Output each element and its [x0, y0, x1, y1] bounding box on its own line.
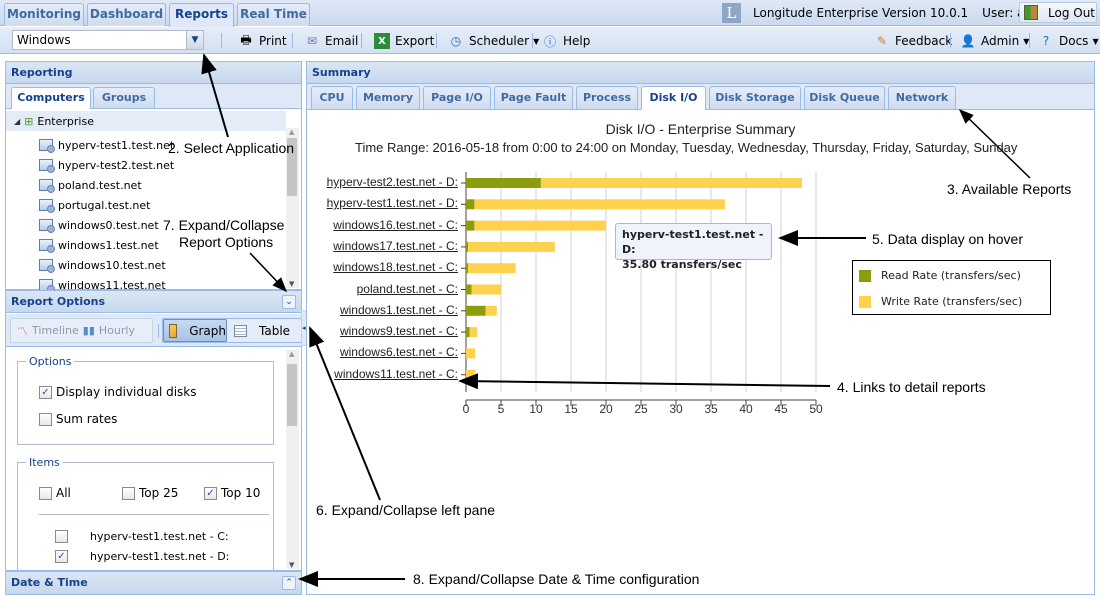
legend-item-read[interactable]: Read Rate (transfers/sec): [859, 269, 1021, 282]
annotation-report-options-1: 7. Expand/Collapse: [163, 217, 285, 233]
annotation-date-time: 8. Expand/Collapse Date & Time configura…: [413, 571, 700, 587]
detail-report-link[interactable]: windows9.test.net - C:: [340, 324, 458, 338]
bar-write: [474, 220, 606, 231]
x-tick-label: 25: [634, 402, 648, 416]
annotation-available-reports: 3. Available Reports: [947, 181, 1072, 197]
bar-read: [466, 199, 475, 210]
detail-report-link[interactable]: windows16.test.net - C:: [333, 218, 458, 232]
x-tick-label: 10: [529, 402, 543, 416]
x-tick-label: 30: [669, 402, 683, 416]
x-tick-label: 45: [774, 402, 788, 416]
bar-write: [466, 369, 476, 380]
detail-report-link[interactable]: poland.test.net - C:: [357, 282, 458, 296]
x-tick-label: 0: [462, 402, 470, 416]
detail-report-link[interactable]: hyperv-test1.test.net - D:: [327, 196, 458, 210]
x-tick-label: 15: [564, 402, 578, 416]
detail-report-link[interactable]: windows17.test.net - C:: [333, 239, 458, 253]
tooltip-value: 35.80 transfers/sec: [622, 258, 742, 271]
bar-write: [471, 284, 501, 295]
annotation-data-hover: 5. Data display on hover: [872, 231, 1023, 247]
tooltip-series: hyperv-test1.test.net - D:: [622, 228, 764, 256]
detail-report-link[interactable]: windows1.test.net - C:: [340, 303, 458, 317]
annotation-select-application: 2. Select Application: [168, 140, 295, 156]
legend-label: Read Rate (transfers/sec): [881, 269, 1021, 282]
bar-read: [466, 241, 469, 252]
chart-legend: Read Rate (transfers/sec) Write Rate (tr…: [852, 260, 1051, 315]
hover-tooltip: hyperv-test1.test.net - D: 35.80 transfe…: [615, 223, 772, 271]
bar-write: [466, 348, 476, 359]
detail-report-link[interactable]: windows18.test.net - C:: [333, 260, 458, 274]
bar-read: [466, 284, 472, 295]
x-tick-label: 20: [599, 402, 613, 416]
legend-swatch: [859, 295, 871, 308]
bar-write: [468, 263, 516, 274]
x-tick-label: 40: [739, 402, 753, 416]
detail-report-link[interactable]: windows6.test.net - C:: [340, 345, 458, 359]
legend-item-write[interactable]: Write Rate (transfers/sec): [859, 295, 1022, 308]
x-tick-label: 50: [809, 402, 823, 416]
bar-read: [466, 178, 541, 188]
x-tick-label: 35: [704, 402, 718, 416]
bar-write: [469, 327, 478, 338]
annotation-report-options-2: Report Options: [179, 234, 274, 250]
bar-write: [468, 241, 555, 252]
bar-read: [466, 327, 470, 338]
annotation-left-pane: 6. Expand/Collapse left pane: [316, 502, 496, 518]
x-tick-label: 5: [497, 402, 505, 416]
bar-read: [466, 305, 486, 316]
bar-read: [466, 263, 469, 274]
legend-label: Write Rate (transfers/sec): [881, 295, 1023, 308]
bar-write: [540, 178, 802, 188]
bar-write: [485, 305, 497, 316]
annotation-detail-links: 4. Links to detail reports: [837, 379, 986, 395]
legend-swatch: [859, 269, 871, 282]
detail-report-link[interactable]: hyperv-test2.test.net - D:: [327, 175, 458, 189]
bar-read: [466, 220, 475, 231]
bar-write: [474, 199, 725, 210]
detail-report-link[interactable]: windows11.test.net - C:: [334, 367, 458, 381]
